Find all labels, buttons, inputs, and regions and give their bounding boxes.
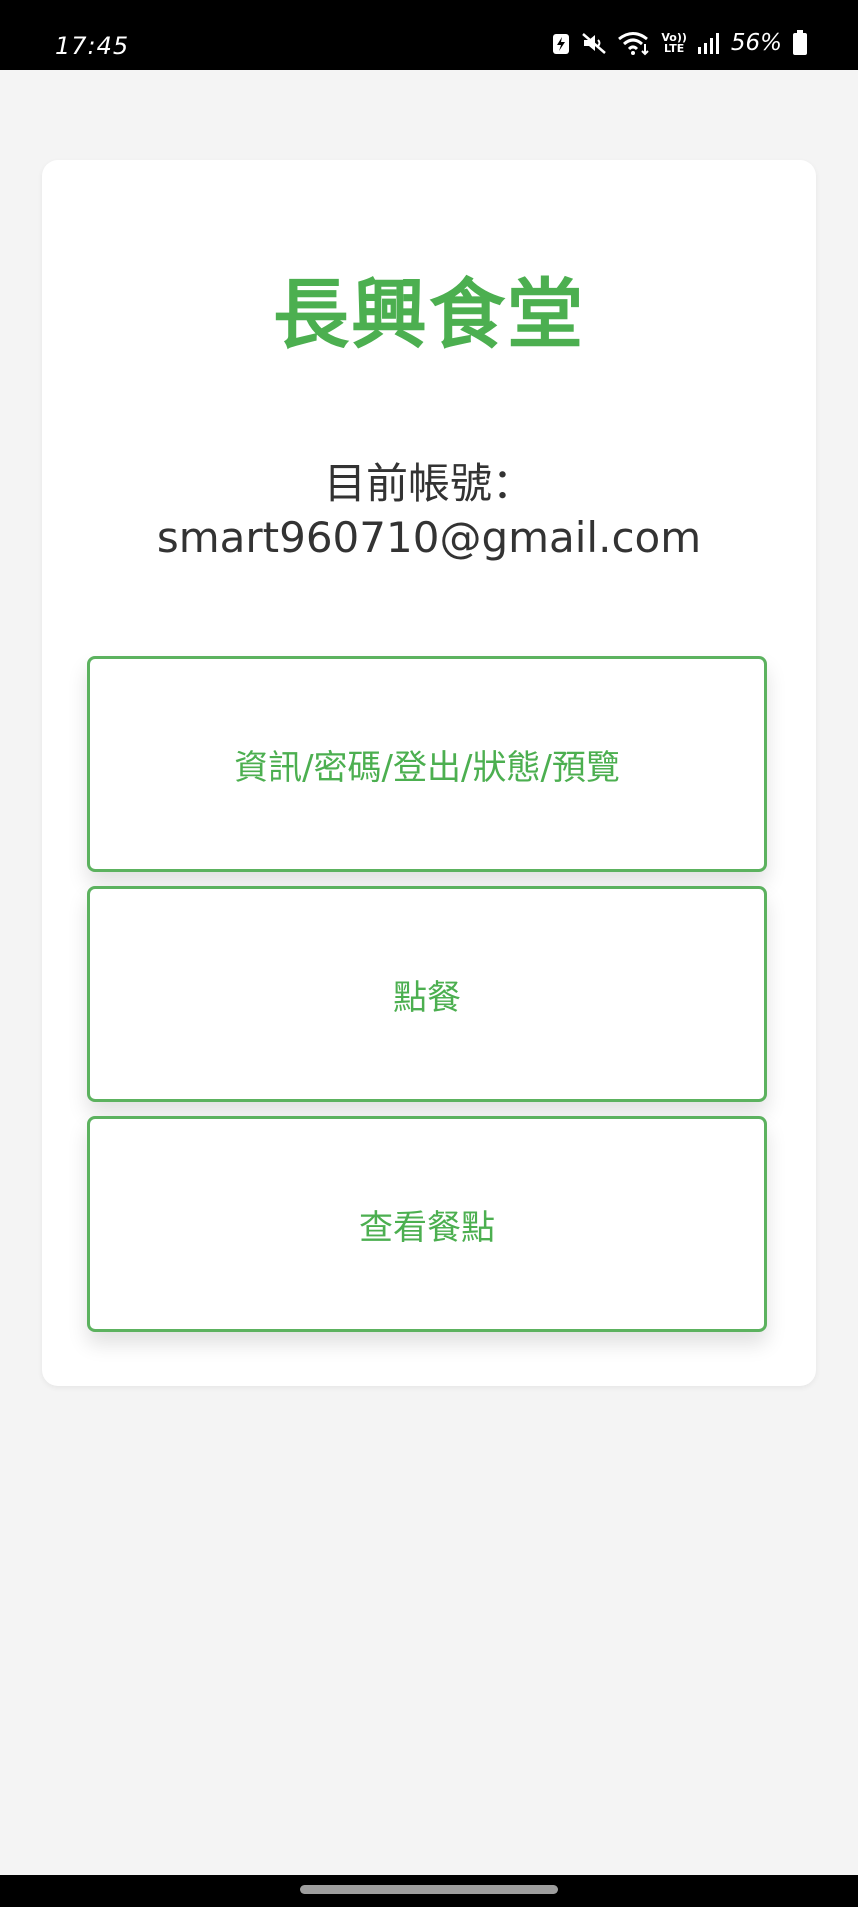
status-time: 17:45: [55, 32, 130, 60]
status-bar: 17:45 Vo)) LTE 56%: [0, 0, 858, 70]
order-button[interactable]: 點餐: [87, 886, 767, 1102]
battery-saver-icon: [551, 31, 571, 55]
battery-icon: [792, 30, 808, 56]
view-orders-button[interactable]: 查看餐點: [87, 1116, 767, 1332]
account-settings-button[interactable]: 資訊/密碼/登出/狀態/預覽: [87, 656, 767, 872]
home-gesture-handle[interactable]: [300, 1885, 558, 1894]
wifi-icon: [617, 30, 651, 56]
volte-icon: Vo)) LTE: [661, 31, 687, 55]
signal-icon: [697, 31, 721, 55]
app-title: 長興食堂: [273, 270, 585, 359]
battery-percent: 56%: [730, 30, 782, 56]
account-label: 目前帳號：: [323, 459, 534, 508]
account-email: smart960710@gmail.com: [156, 513, 702, 562]
main-card: 長興食堂 目前帳號： smart960710@gmail.com 資訊/密碼/登…: [42, 160, 816, 1386]
mute-icon: [581, 31, 607, 55]
status-icons: Vo)) LTE 56%: [551, 30, 808, 56]
navigation-bar: [0, 1875, 858, 1907]
